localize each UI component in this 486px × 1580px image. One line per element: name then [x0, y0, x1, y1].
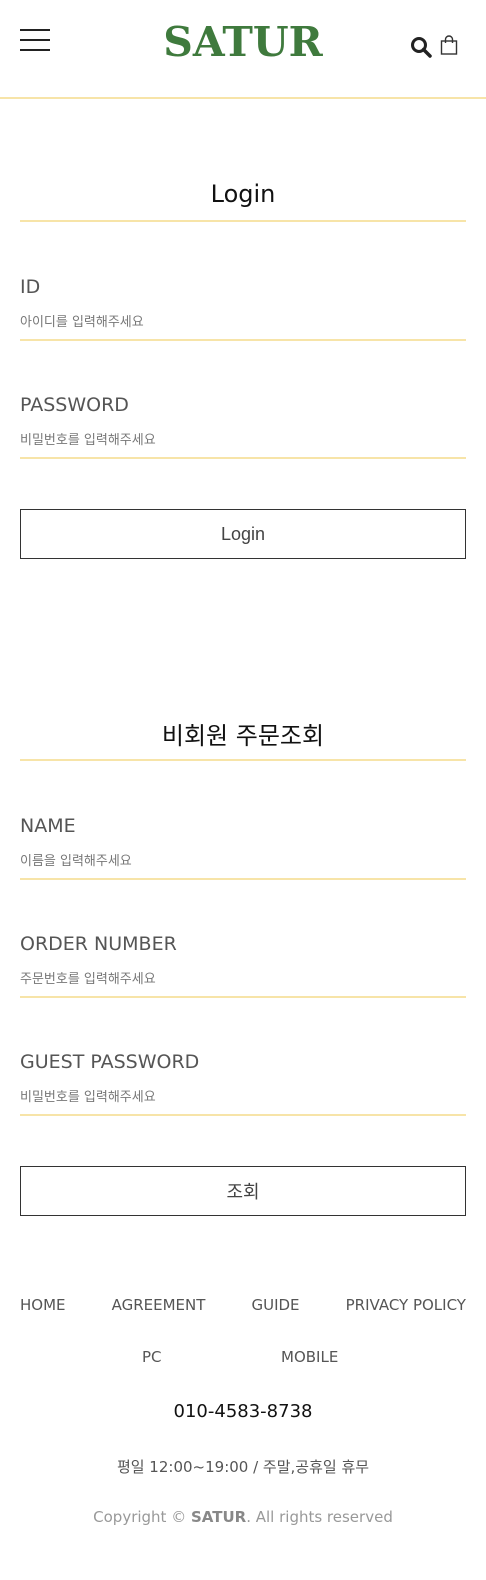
copyright-brand: SATUR [190, 1508, 247, 1526]
copyright-prefix: Copyright © [93, 1508, 191, 1526]
footer-business-hours: 평일 12:00~19:00 / 주말,공휴일 휴무 [116, 1458, 370, 1476]
search-icon[interactable] [410, 36, 432, 58]
site-header: SATUR [0, 0, 486, 99]
footer-phone: 010-4583-8738 [173, 1401, 313, 1422]
guest-title-divider [20, 759, 466, 761]
guest-password-label: GUEST PASSWORD [20, 1051, 200, 1073]
password-label: PASSWORD [20, 394, 129, 416]
footer-link-mobile[interactable]: MOBILE [281, 1348, 338, 1366]
login-title-divider [20, 220, 466, 222]
order-number-label: ORDER NUMBER [20, 933, 177, 955]
footer-link-pc[interactable]: PC [142, 1348, 162, 1366]
copyright-suffix: . All rights reserved [246, 1508, 393, 1526]
order-number-input[interactable] [20, 968, 466, 998]
id-input[interactable] [20, 311, 466, 341]
login-button[interactable]: Login [20, 509, 466, 559]
footer-nav: HOME AGREEMENT GUIDE PRIVACY POLICY [20, 1296, 466, 1314]
name-label: NAME [20, 815, 76, 837]
footer-link-guide[interactable]: GUIDE [251, 1296, 299, 1314]
id-label: ID [20, 276, 41, 298]
footer-link-home[interactable]: HOME [20, 1296, 66, 1314]
guest-order-title: 비회원 주문조회 [161, 722, 325, 750]
footer-link-agreement[interactable]: AGREEMENT [112, 1296, 206, 1314]
lookup-button[interactable]: 조회 [20, 1166, 466, 1216]
password-input[interactable] [20, 429, 466, 459]
footer-copyright: Copyright © SATUR. All rights reserved [0, 1508, 486, 1526]
name-input[interactable] [20, 850, 466, 880]
footer-link-privacy-policy[interactable]: PRIVACY POLICY [346, 1296, 466, 1314]
guest-password-input[interactable] [20, 1086, 466, 1116]
login-title: Login [210, 180, 276, 208]
shopping-bag-icon[interactable] [440, 35, 458, 55]
